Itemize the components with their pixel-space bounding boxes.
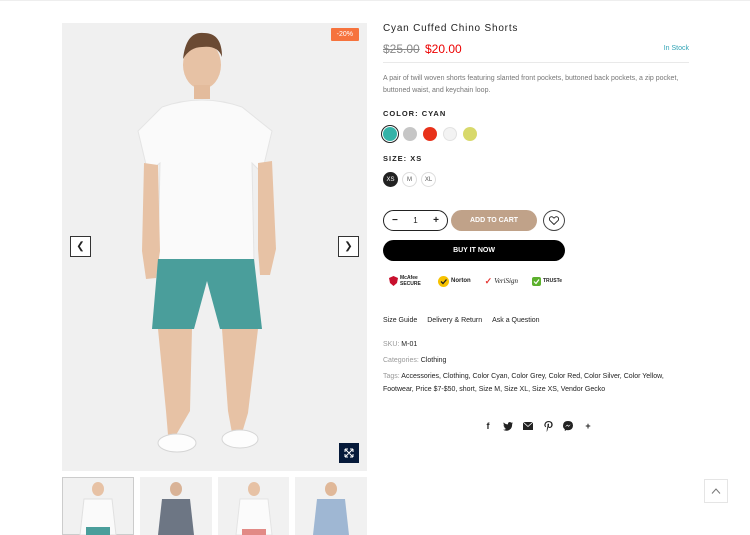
product-links: Size Guide Delivery & Return Ask a Quest… [383,317,540,324]
product-main-image[interactable]: -20% ❮ ❯ [62,23,367,471]
thumbnail-3[interactable] [217,477,290,535]
divider [383,62,689,63]
selected-size: XS [410,154,423,163]
zoom-button[interactable] [339,443,359,463]
thumbnail-4[interactable] [295,477,367,535]
back-to-top-button[interactable] [704,479,728,503]
quantity-input[interactable]: 1 [413,216,417,225]
mcafee-badge: McAfee SECURE [389,275,424,287]
truste-badge: TRUSTe [531,276,562,286]
thumbnail-image [79,482,117,535]
chevron-right-icon: ❯ [344,241,353,252]
add-to-cart-button[interactable]: ADD TO CART [451,210,537,231]
category-link[interactable]: Clothing [421,357,447,364]
sale-badge: -20% [330,28,359,41]
buy-now-button[interactable]: BUY IT NOW [383,240,565,261]
tags-list[interactable]: Accessories, Clothing, Color Cyan, Color… [383,373,664,393]
size-xs[interactable]: XS [383,172,398,187]
quantity-stepper: − 1 + [383,210,448,231]
size-options: XS M XL [383,172,436,187]
pinterest-icon[interactable] [543,420,553,432]
next-image-button[interactable]: ❯ [338,236,359,257]
ask-question-link[interactable]: Ask a Question [492,317,539,324]
size-m[interactable]: M [402,172,417,187]
sku-value: M-01 [401,341,418,348]
increase-quantity-button[interactable]: + [433,215,439,226]
expand-icon [344,448,354,458]
swatch-grey[interactable] [403,127,417,141]
thumbnail-1[interactable] [62,477,134,535]
stock-status: In Stock [663,45,689,52]
thumbnail-strip [62,477,367,535]
shield-icon [389,276,398,286]
wishlist-button[interactable] [543,210,565,231]
color-label: COLOR: CYAN [383,109,447,118]
top-divider [0,0,750,1]
size-xl[interactable]: XL [421,172,436,187]
delivery-return-link[interactable]: Delivery & Return [427,317,482,324]
swatch-red[interactable] [423,127,437,141]
sale-price: $20.00 [425,42,462,56]
thumbnail-image [157,482,194,535]
norton-badge: Norton [438,275,471,287]
decrease-quantity-button[interactable]: − [392,215,398,226]
heart-icon [549,216,559,225]
product-title: Cyan Cuffed Chino Shorts [383,23,519,34]
product-description: A pair of twill woven shorts featuring s… [383,75,679,94]
sku-row: SKU: M-01 [383,341,418,348]
model-photo [62,23,367,471]
tags-row: Tags: Accessories, Clothing, Color Cyan,… [383,373,664,393]
verisign-badge: ✓ VeriSign [484,275,518,286]
truste-icon [531,276,541,286]
thumbnail-image [313,482,350,535]
messenger-icon[interactable] [563,420,573,432]
swatch-cyan[interactable] [383,127,397,141]
thumbnail-image [234,482,273,535]
swatch-silver[interactable] [443,127,457,141]
thumbnail-2[interactable] [139,477,212,535]
size-label: SIZE: XS [383,154,423,163]
facebook-icon[interactable]: f [483,420,493,432]
color-swatches [383,127,477,141]
swatch-yellow[interactable] [463,127,477,141]
old-price: $25.00 [383,42,420,56]
chevron-up-icon [711,488,721,494]
more-share-icon[interactable]: + [583,420,593,432]
email-icon[interactable] [523,420,533,432]
size-guide-link[interactable]: Size Guide [383,317,417,324]
categories-row: Categories: Clothing [383,357,447,364]
check-mark-icon: ✓ [484,275,493,286]
chevron-left-icon: ❮ [76,241,85,252]
trust-badges: McAfee SECURE Norton ✓ VeriSign TRUSTe [389,275,562,287]
prev-image-button[interactable]: ❮ [70,236,91,257]
checkmark-icon [438,275,449,287]
selected-color: CYAN [421,109,447,118]
twitter-icon[interactable] [503,420,513,432]
social-share: f + [483,420,593,432]
